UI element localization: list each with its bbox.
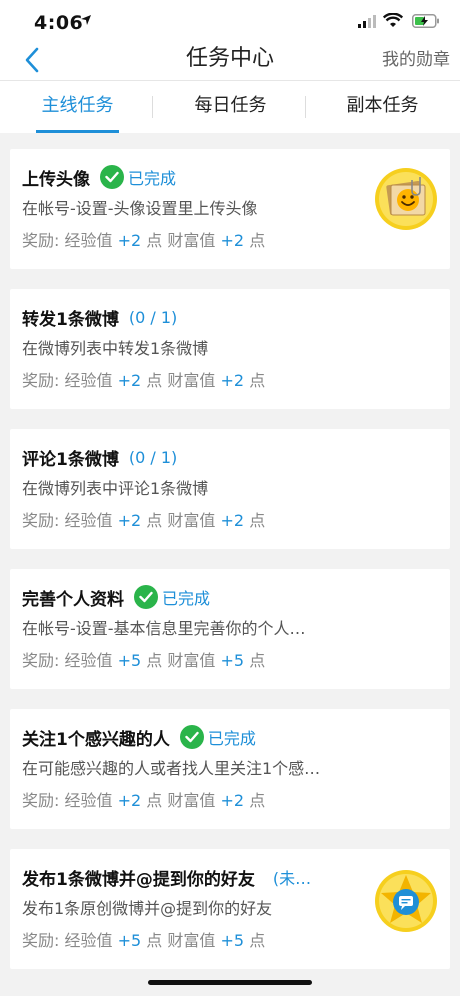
task-card-follow[interactable]: 关注1个感兴趣的人 已完成 在可能感兴趣的人或者找人里关注1个感… 奖励: 经验… xyxy=(10,709,450,829)
exp-value: +2 xyxy=(117,511,142,530)
task-card-comment[interactable]: 评论1条微博 (0 / 1) 在微博列表中评论1条微博 奖励: 经验值 +2 点… xyxy=(10,429,450,549)
task-description: 在微博列表中评论1条微博 xyxy=(22,479,209,498)
task-title: 上传头像 xyxy=(22,169,90,190)
task-reward: 奖励: 经验值 +2 点 财富值 +2 点 xyxy=(22,511,266,530)
check-icon xyxy=(179,725,204,749)
task-description: 在帐号-设置-头像设置里上传头像 xyxy=(22,199,258,218)
status-time: 4:06 xyxy=(34,12,84,34)
location-arrow-icon xyxy=(81,15,91,25)
task-title: 评论1条微博 xyxy=(22,449,119,470)
exp-value: +2 xyxy=(117,371,142,390)
wealth-value: +2 xyxy=(220,231,245,250)
task-title: 发布1条微博并@提到你的好友 xyxy=(22,869,255,890)
check-icon xyxy=(100,165,124,189)
exp-value: +5 xyxy=(117,931,142,950)
task-description: 在可能感兴趣的人或者找人里关注1个感… xyxy=(22,759,321,778)
task-card-post-mention[interactable]: 发布1条微博并@提到你的好友 (未… 发布1条原创微博并@提到你的好友 奖励: … xyxy=(10,849,450,969)
completed-status: 已完成 xyxy=(100,165,176,189)
task-reward: 奖励: 经验值 +2 点 财富值 +2 点 xyxy=(22,231,266,250)
home-indicator[interactable] xyxy=(148,980,312,985)
my-medals-button[interactable]: 我的勋章 xyxy=(382,48,450,72)
task-description: 在微博列表中转发1条微博 xyxy=(22,339,209,358)
completed-label: 已完成 xyxy=(128,169,177,188)
tab-daily-tasks[interactable]: 每日任务 xyxy=(189,81,272,133)
completed-label: 已完成 xyxy=(162,589,211,608)
tab-bar: 主线任务 每日任务 副本任务 xyxy=(0,80,460,133)
task-title: 转发1条微博 xyxy=(22,309,119,330)
task-card-complete-profile[interactable]: 完善个人资料 已完成 在帐号-设置-基本信息里完善你的个人… 奖励: 经验值 +… xyxy=(10,569,450,689)
exp-value: +2 xyxy=(117,231,142,250)
active-tab-indicator xyxy=(36,130,119,133)
task-card-upload-avatar[interactable]: 上传头像 已完成 在帐号-设置-头像设置里上传头像 奖励: 经验值 +2 点 财… xyxy=(10,149,450,269)
task-progress: (未… xyxy=(272,869,312,888)
task-progress: (0 / 1) xyxy=(128,447,178,467)
smile-photo-badge-icon xyxy=(375,168,437,230)
wealth-value: +2 xyxy=(220,791,245,810)
completed-status: 已完成 xyxy=(179,725,256,749)
exp-value: +2 xyxy=(117,791,142,810)
nav-bar: 任务中心 我的勋章 xyxy=(0,44,460,80)
task-reward: 奖励: 经验值 +5 点 财富值 +5 点 xyxy=(22,931,266,950)
task-title: 关注1个感兴趣的人 xyxy=(22,729,170,750)
tab-divider xyxy=(305,96,306,118)
battery-charging-icon xyxy=(412,14,439,28)
task-description: 在帐号-设置-基本信息里完善你的个人… xyxy=(22,619,306,638)
tab-instance-tasks[interactable]: 副本任务 xyxy=(341,81,424,133)
tab-main-tasks[interactable]: 主线任务 xyxy=(36,81,119,133)
task-progress: (0 / 1) xyxy=(128,307,178,327)
task-title: 完善个人资料 xyxy=(22,589,124,610)
task-list: 上传头像 已完成 在帐号-设置-头像设置里上传头像 奖励: 经验值 +2 点 财… xyxy=(10,149,450,989)
completed-label: 已完成 xyxy=(207,729,256,748)
chat-star-badge-icon xyxy=(375,870,437,932)
tab-divider xyxy=(152,96,153,118)
task-reward: 奖励: 经验值 +2 点 财富值 +2 点 xyxy=(22,371,266,390)
wealth-value: +5 xyxy=(220,651,245,670)
task-description: 发布1条原创微博并@提到你的好友 xyxy=(22,899,273,918)
wealth-value: +5 xyxy=(220,931,245,950)
completed-status: 已完成 xyxy=(134,585,210,609)
signal-icon xyxy=(358,15,376,28)
wealth-value: +2 xyxy=(220,371,245,390)
wealth-value: +2 xyxy=(220,511,245,530)
task-reward: 奖励: 经验值 +2 点 财富值 +2 点 xyxy=(22,791,266,810)
task-card-repost[interactable]: 转发1条微博 (0 / 1) 在微博列表中转发1条微博 奖励: 经验值 +2 点… xyxy=(10,289,450,409)
task-reward: 奖励: 经验值 +5 点 财富值 +5 点 xyxy=(22,651,266,670)
status-bar: 4:06 xyxy=(0,0,460,44)
wifi-icon xyxy=(383,13,403,27)
exp-value: +5 xyxy=(117,651,142,670)
check-icon xyxy=(134,585,158,609)
